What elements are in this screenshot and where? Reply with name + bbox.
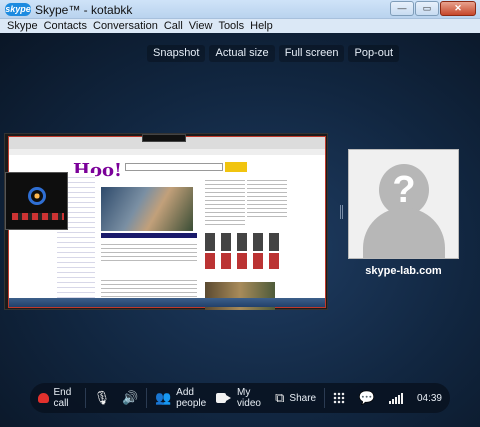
people-icon: 👥 [154,390,172,405]
chat-bubble-icon[interactable]: 💬 [359,390,375,406]
skype-logo: skype [5,3,31,16]
shared-window-titlebar [142,134,186,142]
pop-out-button[interactable]: Pop-out [348,45,400,62]
menu-contacts[interactable]: Contacts [41,19,90,33]
share-label: Share [289,392,317,404]
pane-splitter[interactable] [340,205,344,219]
actual-size-button[interactable]: Actual size [209,45,275,62]
browser-search-box [125,163,223,171]
end-call-label: End call [53,387,72,409]
my-video-label: My video [237,387,261,409]
snapshot-button[interactable]: Snapshot [147,45,206,62]
end-call-button[interactable]: End call [38,383,77,413]
separator [84,388,86,408]
call-duration: 04:39 [416,392,442,404]
trending-list [205,177,245,227]
maximize-button[interactable]: ▭ [415,1,439,16]
menu-view[interactable]: View [186,19,216,33]
preview-controls [12,213,64,220]
browser-bookmarks-bar [9,149,325,155]
add-people-label: Add people [176,387,207,409]
separator [146,388,147,408]
call-stage: Snapshot Actual size Full screen Pop-out… [0,33,480,427]
menu-conversation[interactable]: Conversation [90,19,161,33]
menu-call[interactable]: Call [161,19,186,33]
window-controls: — ▭ ✕ [390,1,476,16]
menu-tools[interactable]: Tools [215,19,247,33]
dialpad-icon[interactable] [332,392,345,404]
minimize-button[interactable]: — [390,1,414,16]
question-mark-icon: ? [392,169,416,211]
contact-avatar: ? [348,149,459,259]
product-thumbnails-2 [205,253,285,269]
news-photo [101,187,193,231]
window-title: Skype™ - kotabkk [35,3,133,17]
separator [324,388,325,408]
signal-strength-icon[interactable] [388,392,403,404]
menu-bar: Skype Contacts Conversation Call View To… [0,19,480,33]
self-video-preview[interactable] [5,172,68,230]
my-video-button[interactable]: My video [216,383,265,413]
title-bar: skype Skype™ - kotabkk — ▭ ✕ [0,0,480,19]
news-text [101,241,197,263]
news-headline [101,233,197,238]
microphone-muted-icon[interactable]: 🎙 [94,390,111,406]
phone-hangup-icon [38,393,49,403]
add-people-button[interactable]: 👥 Add people [155,383,206,413]
view-controls: Snapshot Actual size Full screen Pop-out [147,45,400,62]
video-camera-icon [216,393,231,403]
menu-help[interactable]: Help [247,19,276,33]
shared-taskbar [9,298,325,307]
share-button[interactable]: ⧉ Share [275,383,316,413]
product-thumbnails [205,233,285,251]
close-button[interactable]: ✕ [440,1,476,16]
trending-list-2 [247,177,287,217]
webcam-icon [28,187,46,205]
screen-share-icon: ⧉ [275,390,285,405]
speaker-icon[interactable]: 🔊 [122,390,138,406]
menu-skype[interactable]: Skype [4,19,41,33]
call-control-bar: End call 🎙 🔊 👥 Add people My video ⧉ Sha… [30,383,450,413]
contact-name: skype-lab.com [365,265,442,277]
browser-search-button [225,162,247,172]
full-screen-button[interactable]: Full screen [278,45,345,62]
